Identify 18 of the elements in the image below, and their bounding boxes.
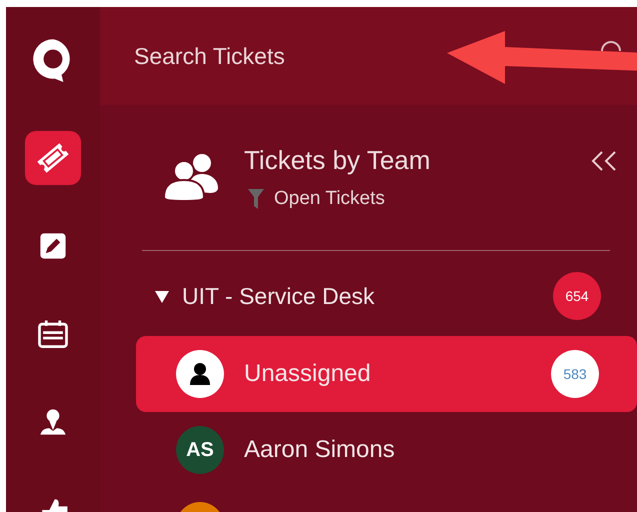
member-row[interactable]: AS Aaron Simons [136,412,637,488]
filter-label: Open Tickets [274,188,385,210]
panel-title: Tickets by Team [244,145,430,176]
member-name: Aaron Simons [244,436,395,464]
filter-icon [248,189,264,209]
group-name: UIT - Service Desk [182,282,375,310]
member-row[interactable]: Unassigned 583 [136,336,637,412]
team-icon [164,151,220,201]
count-badge: 654 [553,272,601,320]
user-icon [187,361,213,387]
member-name: Unassigned [244,360,371,388]
search-icon[interactable] [601,41,621,51]
count-badge: 583 [551,350,599,398]
group-row[interactable]: UIT - Service Desk 654 [136,271,637,321]
search-field[interactable]: Search Tickets [134,42,434,70]
avatar-initials: AS [186,438,214,462]
collapse-icon[interactable] [591,151,617,171]
nav-button[interactable] [25,131,81,185]
